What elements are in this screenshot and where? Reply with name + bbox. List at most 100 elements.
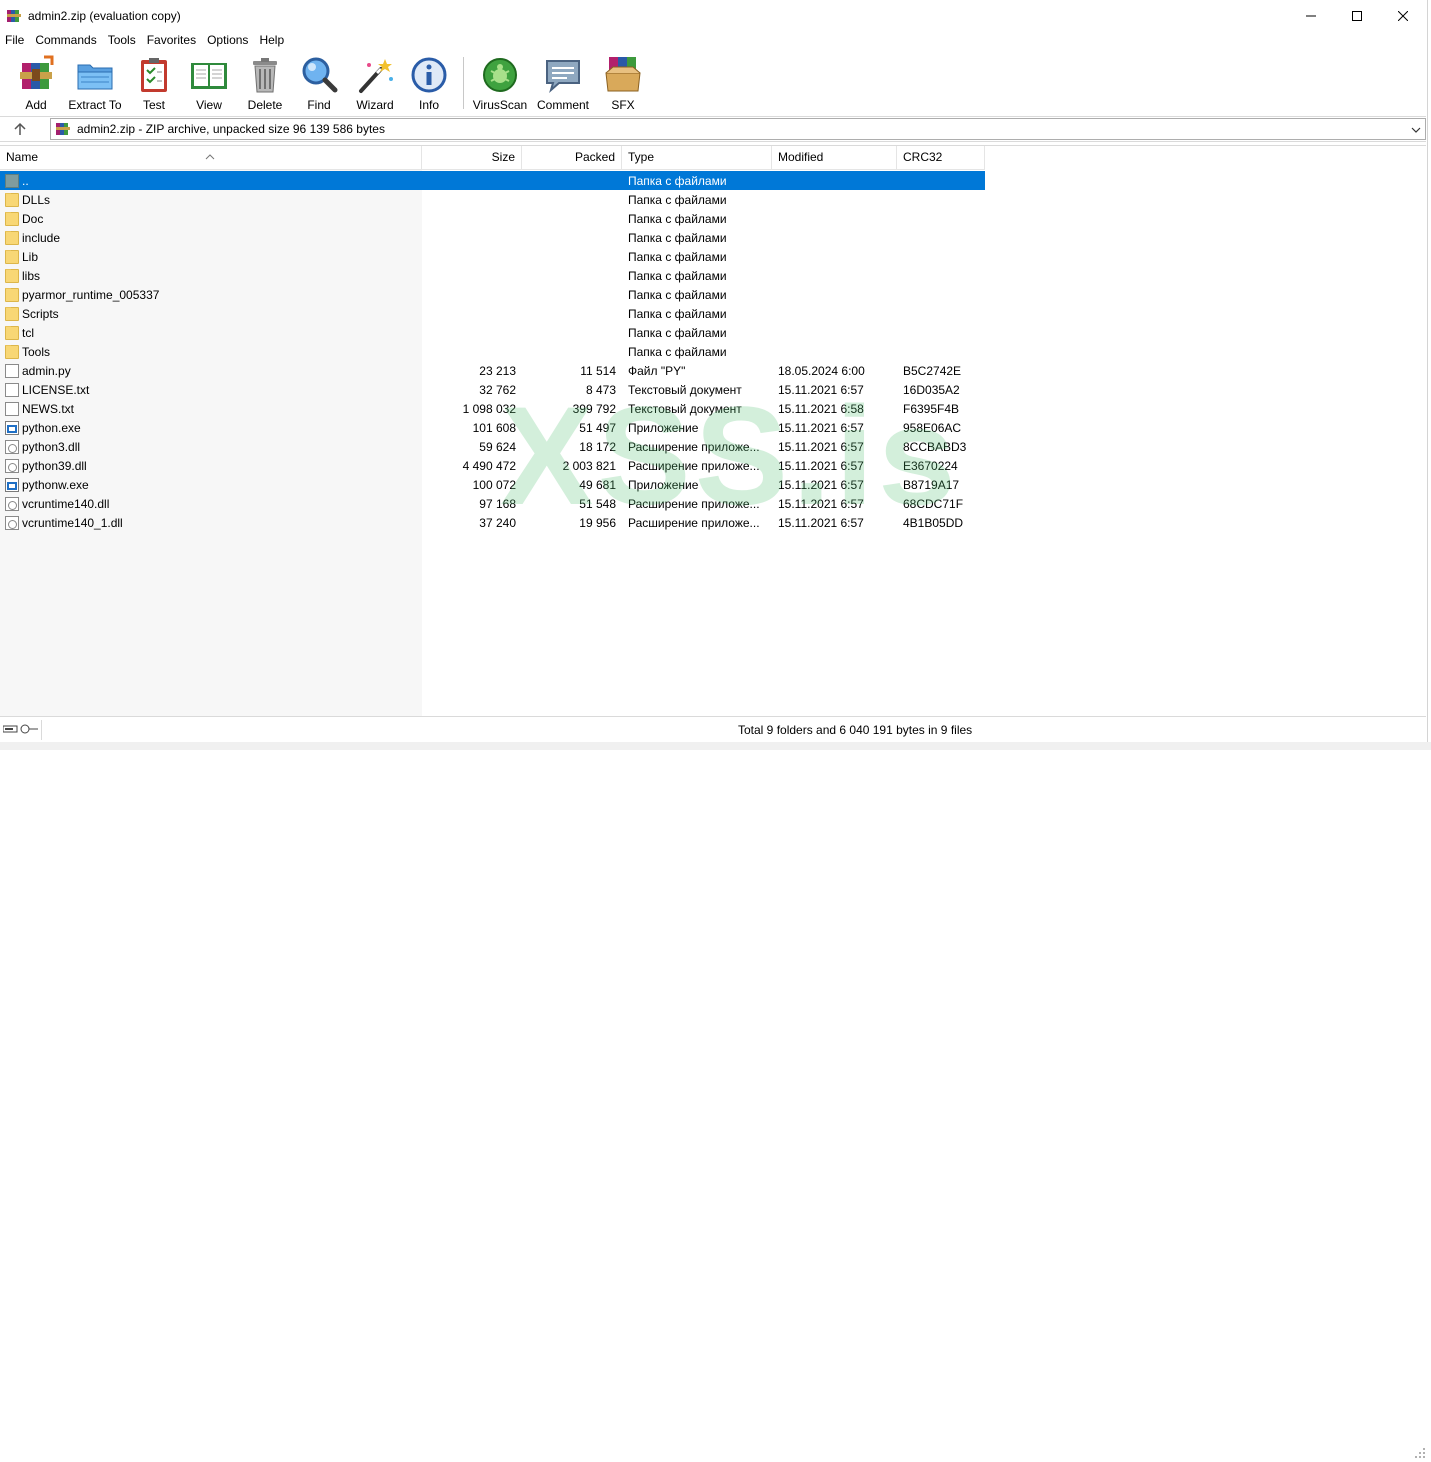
file-row[interactable]: include Папка с файлами: [0, 228, 985, 247]
file-row[interactable]: pythonw.exe 100 072 49 681 Приложение 15.11.…: [0, 475, 985, 494]
menu-file[interactable]: File: [0, 31, 29, 50]
file-type: Расширение приложе...: [628, 458, 760, 473]
wizard-button[interactable]: Wizard: [350, 51, 400, 112]
column-packed[interactable]: Packed: [522, 146, 622, 170]
file-row[interactable]: python39.dll 4 490 472 2 003 821 Расширение…: [0, 456, 985, 475]
file-modified: 15.11.2021 6:57: [778, 496, 864, 511]
test-button[interactable]: Test: [132, 51, 176, 112]
file-list[interactable]: Name Size Packed Type Modified CRC32 .. П…: [0, 145, 1426, 716]
magic-wand-icon: [355, 55, 395, 95]
column-type[interactable]: Type: [622, 146, 772, 170]
file-row[interactable]: tcl Папка с файлами: [0, 323, 985, 342]
extract-to-button[interactable]: Extract To: [58, 51, 132, 112]
file-name-cell: pythonw.exe: [0, 477, 422, 492]
file-row[interactable]: DLLs Папка с файлами: [0, 190, 985, 209]
info-button[interactable]: Info: [400, 51, 458, 112]
file-row[interactable]: Scripts Папка с файлами: [0, 304, 985, 323]
file-row[interactable]: python.exe 101 608 51 497 Приложение 15.11.2…: [0, 418, 985, 437]
find-label: Find: [307, 98, 331, 112]
file-name: ..: [22, 173, 29, 188]
file-name: pyarmor_runtime_005337: [22, 287, 160, 302]
extract-folder-icon: [75, 55, 115, 95]
up-arrow-icon[interactable]: [12, 121, 28, 137]
menu-tools[interactable]: Tools: [102, 31, 141, 50]
resize-grip-icon[interactable]: [1414, 1447, 1426, 1459]
file-name-cell: Scripts: [0, 306, 422, 321]
file-type: Папка с файлами: [628, 211, 727, 226]
add-button[interactable]: Add: [14, 51, 58, 112]
file-size: 59 624: [479, 439, 516, 454]
file-name: Lib: [22, 249, 39, 264]
file-row[interactable]: NEWS.txt 1 098 032 399 792 Текстовый докуме…: [0, 399, 985, 418]
comment-button[interactable]: Comment: [531, 51, 595, 112]
file-type: Папка с файлами: [628, 287, 727, 302]
file-row[interactable]: Doc Папка с файлами: [0, 209, 985, 228]
file-modified: 15.11.2021 6:57: [778, 382, 864, 397]
sfx-button[interactable]: SFX: [595, 51, 651, 112]
winrar-books-icon[interactable]: [6, 8, 22, 24]
file-name: python39.dll: [22, 458, 87, 473]
column-name[interactable]: Name: [0, 146, 422, 170]
toolbar-separator: [463, 57, 464, 109]
menu-bar: File Commands Tools Favorites Options He…: [0, 31, 289, 50]
file-crc32: B5C2742E: [903, 363, 962, 378]
file-name: tcl: [22, 325, 34, 340]
wizard-label: Wizard: [356, 98, 394, 112]
file-packed: 49 681: [579, 477, 616, 492]
parent-folder-icon: [5, 173, 19, 188]
file-name-cell: include: [0, 230, 422, 245]
column-crc32[interactable]: CRC32: [897, 146, 985, 170]
dll-file-icon: [5, 439, 19, 454]
maximize-button[interactable]: [1334, 0, 1380, 31]
file-row[interactable]: vcruntime140_1.dll 37 240 19 956 Расширение…: [0, 513, 985, 532]
file-row[interactable]: libs Папка с файлами: [0, 266, 985, 285]
file-icon: [5, 401, 19, 416]
file-row[interactable]: vcruntime140.dll 97 168 51 548 Расширение п…: [0, 494, 985, 513]
file-name-cell: vcruntime140.dll: [0, 496, 422, 511]
file-type: Расширение приложе...: [628, 496, 760, 511]
column-name-label: Name: [6, 150, 39, 164]
file-name: admin.py: [22, 363, 71, 378]
path-combobox[interactable]: admin2.zip - ZIP archive, unpacked size …: [50, 118, 1426, 140]
virusscan-button[interactable]: VirusScan: [469, 51, 531, 112]
file-row[interactable]: Tools Папка с файлами: [0, 342, 985, 361]
menu-favorites[interactable]: Favorites: [141, 31, 201, 50]
find-button[interactable]: Find: [288, 51, 350, 112]
menu-help[interactable]: Help: [253, 31, 289, 50]
minimize-button[interactable]: [1288, 0, 1334, 31]
file-row[interactable]: pyarmor_runtime_005337 Папка с файлами: [0, 285, 985, 304]
dll-file-icon: [5, 458, 19, 473]
file-row[interactable]: admin.py 23 213 11 514 Файл "PY" 18.05.2024 …: [0, 361, 985, 380]
file-modified: 15.11.2021 6:57: [778, 458, 864, 473]
folder-icon: [5, 249, 19, 264]
file-row[interactable]: Lib Папка с файлами: [0, 247, 985, 266]
file-type: Расширение приложе...: [628, 515, 760, 530]
file-modified: 18.05.2024 6:00: [778, 363, 865, 378]
file-name: Doc: [22, 211, 44, 226]
chevron-down-icon[interactable]: [1411, 124, 1421, 138]
column-modified[interactable]: Modified: [772, 146, 897, 170]
file-type: Текстовый документ: [628, 401, 742, 416]
sort-ascending-icon: [205, 145, 215, 167]
info-label: Info: [418, 98, 439, 112]
close-button[interactable]: [1380, 0, 1426, 31]
dll-file-icon: [5, 515, 19, 530]
add-archive-icon: [16, 55, 56, 95]
view-book-icon: [189, 55, 229, 95]
delete-button[interactable]: Delete: [242, 51, 288, 112]
column-size[interactable]: Size: [422, 146, 522, 170]
file-row[interactable]: python3.dll 59 624 18 172 Расширение прилож…: [0, 437, 985, 456]
file-row[interactable]: .. Папка с файлами: [0, 171, 985, 190]
winrar-window: admin2.zip (evaluation copy) File Comman…: [0, 0, 1428, 1458]
file-packed: 11 514: [580, 363, 616, 378]
file-size: 4 490 472: [462, 458, 516, 473]
file-name-cell: admin.py: [0, 363, 422, 378]
view-button[interactable]: View: [176, 51, 242, 112]
file-row[interactable]: LICENSE.txt 32 762 8 473 Текстовый документ…: [0, 380, 985, 399]
executable-icon: [5, 420, 19, 435]
file-name: python3.dll: [22, 439, 81, 454]
virus-scan-icon: [480, 55, 520, 95]
view-label: View: [196, 98, 222, 112]
menu-options[interactable]: Options: [201, 31, 253, 50]
menu-commands[interactable]: Commands: [29, 31, 101, 50]
